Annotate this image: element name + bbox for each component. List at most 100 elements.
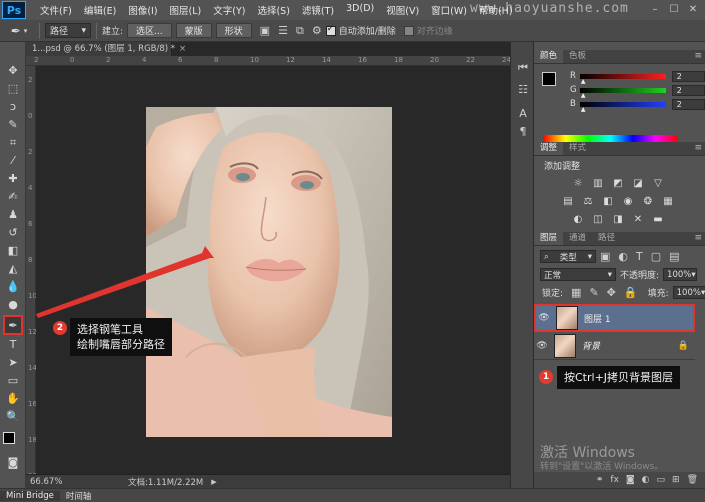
channel-value[interactable]: 2 <box>671 84 705 96</box>
new-layer-icon[interactable]: ⊞ <box>672 475 680 485</box>
channel-slider[interactable]: ▲ <box>579 101 666 113</box>
brightness-icon[interactable]: ☼ <box>571 177 585 190</box>
channel-value[interactable]: 2 <box>671 70 705 82</box>
lock-position-icon[interactable]: ✥ <box>607 286 616 299</box>
move-tool-icon[interactable]: ✥ <box>3 62 23 79</box>
selective-color-icon[interactable]: ✕ <box>631 213 645 226</box>
vibrance-icon[interactable]: ▽ <box>651 177 665 190</box>
new-adjustment-layer-icon[interactable]: ◐ <box>642 475 650 485</box>
tab-timeline[interactable]: 时间轴 <box>60 490 98 502</box>
align-edges-checkbox[interactable] <box>403 25 414 36</box>
make-selection-button[interactable]: 选区... <box>127 23 172 38</box>
menu-item[interactable]: 滤镜(T) <box>296 3 340 17</box>
threshold-icon[interactable]: ◨ <box>611 213 625 226</box>
quick-select-tool-icon[interactable]: ✎ <box>3 116 23 133</box>
tab-color[interactable]: 颜色 <box>534 50 564 63</box>
zoom-level[interactable]: 66.67% <box>26 477 82 487</box>
document-info[interactable]: 文档:1.11M/2.22M <box>128 476 203 488</box>
quick-mask-icon[interactable]: ◙ <box>3 454 23 471</box>
curves-icon[interactable]: ◩ <box>611 177 625 190</box>
panel-menu-icon[interactable]: ≡ <box>694 233 702 243</box>
menu-item[interactable]: 图层(L) <box>164 3 208 17</box>
levels-icon[interactable]: ▥ <box>591 177 605 190</box>
clone-stamp-tool-icon[interactable]: ♟ <box>3 206 23 223</box>
hue-saturation-icon[interactable]: ▤ <box>561 195 575 208</box>
visibility-eye-icon[interactable]: 👁 <box>536 313 552 323</box>
blend-mode-dropdown[interactable]: 正常 ▾ <box>540 268 616 281</box>
adjustment-filter-icon[interactable]: ◐ <box>618 250 628 263</box>
zoom-tool-icon[interactable]: 🔍 <box>3 408 23 425</box>
character-panel-icon[interactable]: A <box>515 106 531 122</box>
exposure-icon[interactable]: ◪ <box>631 177 645 190</box>
layer-row[interactable]: 👁 背景 🔒 <box>534 332 695 360</box>
visibility-eye-icon[interactable]: 👁 <box>534 341 550 351</box>
color-lookup-icon[interactable]: ▦ <box>661 195 675 208</box>
properties-panel-icon[interactable]: ☷ <box>515 82 531 98</box>
pixel-filter-icon[interactable]: ▣ <box>600 250 610 263</box>
shape-filter-icon[interactable]: ▢ <box>651 250 661 263</box>
lock-transparency-icon[interactable]: ▦ <box>571 286 581 299</box>
history-panel-icon[interactable]: ⏮ <box>515 60 531 76</box>
brush-tool-icon[interactable]: ✍ <box>3 188 23 205</box>
layer-filter-dropdown[interactable]: ⌕ 类型 ▾ <box>540 250 596 263</box>
tab-swatches[interactable]: 色板 <box>563 50 592 63</box>
menu-item[interactable]: 图像(I) <box>122 3 163 17</box>
maximize-button[interactable]: ☐ <box>667 3 681 16</box>
lock-all-icon[interactable]: 🔒 <box>624 286 638 299</box>
black-white-icon[interactable]: ◧ <box>601 195 615 208</box>
slider-handle-icon[interactable]: ▲ <box>581 106 586 113</box>
paragraph-panel-icon[interactable]: ¶ <box>515 124 531 140</box>
crop-tool-icon[interactable]: ⌗ <box>3 134 23 151</box>
menu-item[interactable]: 视图(V) <box>380 3 425 17</box>
color-balance-icon[interactable]: ⚖ <box>581 195 595 208</box>
path-alignment-icon[interactable]: ☰ <box>278 24 288 37</box>
marquee-tool-icon[interactable]: ⬚ <box>3 80 23 97</box>
make-shape-button[interactable]: 形状 <box>215 23 252 38</box>
lock-pixels-icon[interactable]: ✎ <box>589 286 598 299</box>
tab-layers[interactable]: 图层 <box>534 232 564 245</box>
channel-slider[interactable]: ▲ <box>579 87 666 99</box>
pen-tool-icon[interactable]: ✒ <box>3 315 23 335</box>
channel-slider[interactable]: ▲ <box>579 73 666 85</box>
close-icon[interactable]: × <box>179 44 186 54</box>
tab-adjustments[interactable]: 调整 <box>534 142 564 155</box>
posterize-icon[interactable]: ◫ <box>591 213 605 226</box>
tab-channels[interactable]: 通道 <box>563 232 592 245</box>
layer-style-icon[interactable]: fx <box>610 475 619 485</box>
lasso-tool-icon[interactable]: ↄ <box>3 98 23 115</box>
photo-filter-icon[interactable]: ◉ <box>621 195 635 208</box>
layer-row-selected[interactable]: 👁 图层 1 <box>534 304 695 332</box>
invert-icon[interactable]: ◐ <box>571 213 585 226</box>
tab-styles[interactable]: 样式 <box>563 142 592 155</box>
menu-item[interactable]: 3D(D) <box>340 3 380 17</box>
channel-value[interactable]: 2 <box>671 98 705 110</box>
pen-mode-dropdown[interactable]: 路径 ▾ <box>45 23 91 38</box>
panel-menu-icon[interactable]: ≡ <box>694 143 702 153</box>
make-mask-button[interactable]: 蒙版 <box>175 23 212 38</box>
eyedropper-tool-icon[interactable]: ⁄ <box>3 152 23 169</box>
menu-item[interactable]: 文件(F) <box>34 3 78 17</box>
eraser-tool-icon[interactable]: ◧ <box>3 242 23 259</box>
tab-mini-bridge[interactable]: Mini Bridge <box>0 490 60 501</box>
path-arrangement-icon[interactable]: ⧉ <box>296 24 304 38</box>
gradient-map-icon[interactable]: ▬ <box>651 213 665 226</box>
panel-menu-icon[interactable]: ≡ <box>694 51 702 61</box>
foreground-color-swatch[interactable] <box>3 432 15 444</box>
channel-mixer-icon[interactable]: ❂ <box>641 195 655 208</box>
portrait-photo[interactable] <box>146 107 392 437</box>
fill-field[interactable]: 100% ▾ <box>672 286 705 299</box>
smart-object-filter-icon[interactable]: ▤ <box>669 250 679 263</box>
document-tab[interactable]: 1...psd @ 66.7% (图层 1, RGB/8) * × <box>26 42 186 56</box>
auto-add-delete-checkbox[interactable] <box>325 24 336 36</box>
menu-item[interactable]: 窗口(W) <box>425 3 473 17</box>
add-mask-icon[interactable]: ◙ <box>626 475 635 485</box>
tab-paths[interactable]: 路径 <box>592 232 621 245</box>
shape-tool-icon[interactable]: ▭ <box>3 372 23 389</box>
dodge-tool-icon[interactable]: ● <box>3 296 23 313</box>
hand-tool-icon[interactable]: ✋ <box>3 390 23 407</box>
path-selection-tool-icon[interactable]: ➤ <box>3 354 23 371</box>
gear-icon[interactable]: ⚙ <box>312 24 322 37</box>
opacity-field[interactable]: 100% ▾ <box>663 268 698 281</box>
menu-item[interactable]: 文字(Y) <box>207 3 251 17</box>
type-tool-icon[interactable]: T <box>3 336 23 353</box>
